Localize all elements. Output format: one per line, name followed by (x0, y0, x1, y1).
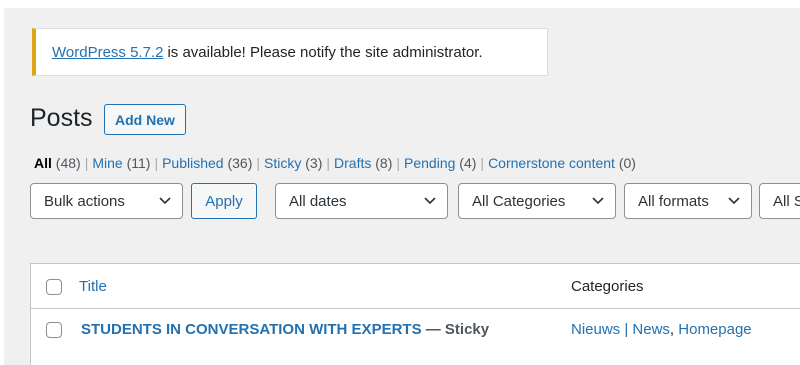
post-state: — Sticky (425, 321, 490, 338)
view-drafts[interactable]: Drafts (8) (334, 155, 392, 171)
post-categories: Nieuws | News, Homepage (571, 321, 752, 338)
view-all[interactable]: All (48) (34, 155, 81, 171)
category-separator: , (669, 321, 679, 338)
add-new-button[interactable]: Add New (104, 104, 186, 135)
category-link[interactable]: Nieuws | News (571, 321, 670, 338)
post-title-row: STUDENTS IN CONVERSATION WITH EXPERTS — … (81, 321, 489, 338)
view-cornerstone[interactable]: Cornerstone content (0) (488, 155, 636, 171)
bulk-actions-value: Bulk actions (44, 192, 125, 210)
view-mine[interactable]: Mine (11) (92, 155, 150, 171)
chevron-down-icon (424, 197, 436, 205)
update-message: is available! Please notify the site adm… (167, 43, 483, 61)
row-checkbox[interactable] (46, 322, 62, 338)
column-title[interactable]: Title (79, 278, 107, 295)
date-filter-value: All dates (289, 192, 347, 210)
category-filter-select[interactable]: All Categories (458, 183, 616, 219)
view-published[interactable]: Published (36) (162, 155, 252, 171)
bulk-actions-select[interactable]: Bulk actions (30, 183, 183, 219)
view-separator: | (256, 155, 261, 171)
view-separator: | (326, 155, 331, 171)
select-all-checkbox[interactable] (46, 279, 62, 295)
admin-content: WordPress 5.7.2 is available! Please not… (4, 8, 800, 365)
category-filter-value: All Categories (472, 192, 566, 210)
view-separator: | (396, 155, 401, 171)
extra-filter-value: All S (773, 192, 800, 210)
extra-filter-select[interactable]: All S (759, 183, 800, 219)
view-separator: | (480, 155, 485, 171)
column-categories: Categories (571, 278, 644, 295)
update-notice: WordPress 5.7.2 is available! Please not… (32, 28, 548, 76)
view-sticky[interactable]: Sticky (3) (264, 155, 322, 171)
chevron-down-icon (159, 197, 171, 205)
update-link[interactable]: WordPress 5.7.2 (52, 44, 163, 61)
format-filter-select[interactable]: All formats (624, 183, 752, 219)
post-status-views: All (48) | Mine (11) | Published (36) | Sticky… (34, 155, 636, 171)
chevron-down-icon (592, 197, 604, 205)
chevron-down-icon (728, 197, 740, 205)
posts-table: Title Categories STUDENTS IN CONVERSATIO… (30, 263, 800, 365)
post-title-link[interactable]: STUDENTS IN CONVERSATION WITH EXPERTS (81, 321, 422, 338)
view-separator: | (154, 155, 159, 171)
apply-button[interactable]: Apply (191, 183, 257, 219)
view-separator: | (84, 155, 89, 171)
page-title: Posts (30, 104, 93, 132)
table-header: Title Categories (31, 264, 800, 309)
view-pending[interactable]: Pending (4) (404, 155, 476, 171)
category-link[interactable]: Homepage (678, 321, 751, 338)
date-filter-select[interactable]: All dates (275, 183, 448, 219)
format-filter-value: All formats (638, 192, 709, 210)
